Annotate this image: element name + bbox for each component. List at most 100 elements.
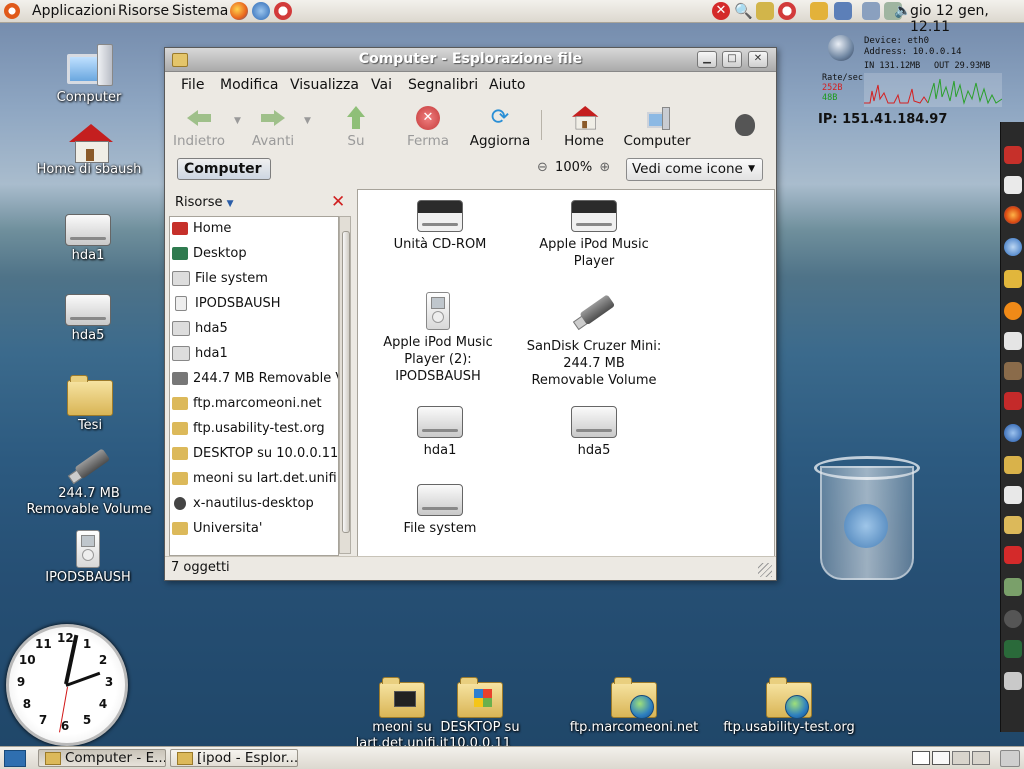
sidebar-item-hda5[interactable]: hda5 [172, 317, 228, 341]
maximize-button[interactable]: □ [722, 51, 742, 68]
menu-bookmarks[interactable]: Segnalibri [408, 77, 478, 93]
gimp-icon[interactable] [1004, 362, 1022, 380]
minimize-button[interactable]: ▁ [697, 51, 717, 68]
desktop-icon-ipod[interactable]: IPODSBAUSH [38, 530, 138, 586]
trash-applet-icon[interactable] [1000, 750, 1020, 767]
file-item-hda1[interactable]: hda1 [370, 396, 510, 459]
desktop-icon-hda5[interactable]: hda5 [58, 294, 118, 344]
sidebar-item-meoni[interactable]: meoni su lart.det.unifi [172, 467, 337, 491]
close-session-icon[interactable]: ✕ [712, 2, 730, 20]
tools-icon[interactable] [1004, 392, 1022, 410]
back-history-dropdown[interactable]: ▼ [234, 116, 241, 126]
network-icon[interactable] [862, 2, 880, 20]
file-item-hda5[interactable]: hda5 [524, 396, 664, 459]
system-monitor-icon[interactable] [1004, 640, 1022, 658]
user-icon[interactable] [810, 2, 828, 20]
thunderbird-icon[interactable] [252, 2, 270, 20]
browser-icon[interactable] [1004, 424, 1022, 442]
sidebar-item-ipod[interactable]: IPODSBAUSH [172, 292, 281, 316]
reload-button[interactable]: ⟳ Aggiorna [468, 106, 532, 150]
places-menu[interactable]: Risorse [118, 3, 169, 19]
gnome-foot-icon[interactable] [1004, 610, 1022, 628]
photo-icon[interactable] [1004, 578, 1022, 596]
ipod-icon[interactable] [1004, 486, 1022, 504]
taskbar-item-computer[interactable]: Computer - E... [38, 749, 166, 767]
package-icon[interactable] [1004, 672, 1022, 690]
view-mode-select[interactable]: Vedi come icone ▼ [626, 158, 763, 181]
file-item-ipod-player-2[interactable]: Apple iPod Music Player (2): IPODSBAUSH [368, 282, 508, 385]
lock-icon[interactable] [756, 2, 774, 20]
search-icon[interactable]: 🔍 [734, 2, 753, 20]
user-icon[interactable] [1004, 270, 1022, 288]
forward-history-dropdown[interactable]: ▼ [304, 116, 311, 126]
firefox-icon[interactable] [230, 2, 248, 20]
sidebar-item-removable[interactable]: 244.7 MB Removable V [172, 367, 338, 391]
show-desktop-icon[interactable] [4, 750, 26, 767]
menu-edit[interactable]: Modifica [220, 77, 279, 93]
firefox-icon[interactable] [1004, 206, 1022, 224]
desktop-icon-tesi[interactable]: Tesi [58, 366, 122, 434]
menu-go[interactable]: Vai [371, 77, 392, 93]
menu-help[interactable]: Aiuto [489, 77, 525, 93]
sidebar-item-desktop[interactable]: Desktop [172, 242, 247, 266]
terminal-icon[interactable] [1004, 176, 1022, 194]
sidebar-item-hda1[interactable]: hda1 [172, 342, 228, 366]
applet-icon[interactable] [834, 2, 852, 20]
workspace-3[interactable] [952, 751, 970, 765]
trash-icon[interactable] [812, 456, 922, 586]
sidebar-item-ftp-marcomeoni[interactable]: ftp.marcomeoni.net [172, 392, 322, 416]
file-item-ipod-player[interactable]: Apple iPod Music Player [524, 190, 664, 270]
menu-file[interactable]: File [181, 77, 204, 93]
sidebar-item-ftp-usability[interactable]: ftp.usability-test.org [172, 417, 325, 441]
zoom-in-button[interactable]: ⊕ [599, 160, 610, 175]
zoom-out-button[interactable]: ⊖ [537, 160, 548, 175]
close-button[interactable]: ✕ [748, 51, 768, 68]
home-icon[interactable] [1004, 146, 1022, 164]
sidebar-item-filesystem[interactable]: File system [172, 267, 268, 291]
ubuntu-logo-icon[interactable] [4, 3, 20, 19]
computer-button[interactable]: Computer [623, 106, 691, 149]
desktop-icon-home[interactable]: Home di sbaush [30, 124, 148, 178]
desktop-icon-hda1[interactable]: hda1 [58, 214, 118, 264]
back-button[interactable]: Indietro [167, 106, 231, 149]
zoom-level[interactable]: 100% [555, 160, 592, 175]
location-computer-button[interactable]: Computer [177, 158, 271, 180]
desktop-icon-ftp-marcomeoni[interactable]: ftp.marcomeoni.net [566, 676, 702, 736]
stop-button[interactable]: ✕ Ferma [396, 106, 460, 149]
image-viewer-icon[interactable] [1004, 456, 1022, 474]
scrollbar-thumb[interactable] [342, 231, 350, 533]
skype-icon[interactable] [1004, 302, 1022, 320]
desktop-icon-desktop-share[interactable]: DESKTOP su 10.0.0.11 [432, 676, 528, 752]
workspace-4[interactable] [972, 751, 990, 765]
calendar-icon[interactable] [1004, 546, 1022, 564]
home-button[interactable]: Home [552, 106, 616, 149]
file-item-sandisk[interactable]: SanDisk Cruzer Mini: 244.7 MB Removable Vo… [524, 282, 664, 389]
window-titlebar[interactable]: Computer - Esplorazione file ▁ □ ✕ [165, 48, 776, 72]
folder-icon[interactable] [1004, 516, 1022, 534]
help-icon[interactable] [274, 2, 292, 20]
sidebar-item-universita[interactable]: Universita' [172, 517, 262, 541]
workspace-1[interactable] [912, 751, 930, 765]
workspace-2[interactable] [932, 751, 950, 765]
sidebar-close-icon[interactable]: ✕ [331, 192, 345, 212]
power-icon[interactable] [778, 2, 796, 20]
sidebar-item-nautilus-desktop[interactable]: x-nautilus-desktop [172, 492, 314, 516]
file-item-filesystem[interactable]: File system [370, 474, 510, 537]
sidebar-item-desktop-share[interactable]: DESKTOP su 10.0.0.11 [172, 442, 338, 466]
desktop-icon-computer[interactable]: Computer [44, 44, 134, 106]
volume-icon[interactable]: 🔈 [894, 3, 911, 19]
up-button[interactable]: Su [324, 106, 388, 149]
desktop-icon-ftp-usability[interactable]: ftp.usability-test.org [720, 676, 858, 736]
file-item-cdrom[interactable]: Unità CD-ROM [370, 190, 510, 253]
taskbar-item-ipod[interactable]: [ipod - Esplor... [170, 749, 298, 767]
desktop-icon-removable[interactable]: 244.7 MB Removable Volume [20, 448, 158, 518]
menu-view[interactable]: Visualizza [290, 77, 359, 93]
sidebar-item-home[interactable]: Home [172, 217, 231, 241]
resize-grip[interactable] [758, 563, 772, 577]
applications-menu[interactable]: Applicazioni [32, 3, 116, 19]
sidebar-type-select[interactable]: Risorse ▼ [175, 195, 234, 210]
text-editor-icon[interactable] [1004, 332, 1022, 350]
sidebar-scrollbar[interactable] [339, 216, 351, 554]
thunderbird-icon[interactable] [1004, 238, 1022, 256]
forward-button[interactable]: Avanti [241, 106, 305, 149]
